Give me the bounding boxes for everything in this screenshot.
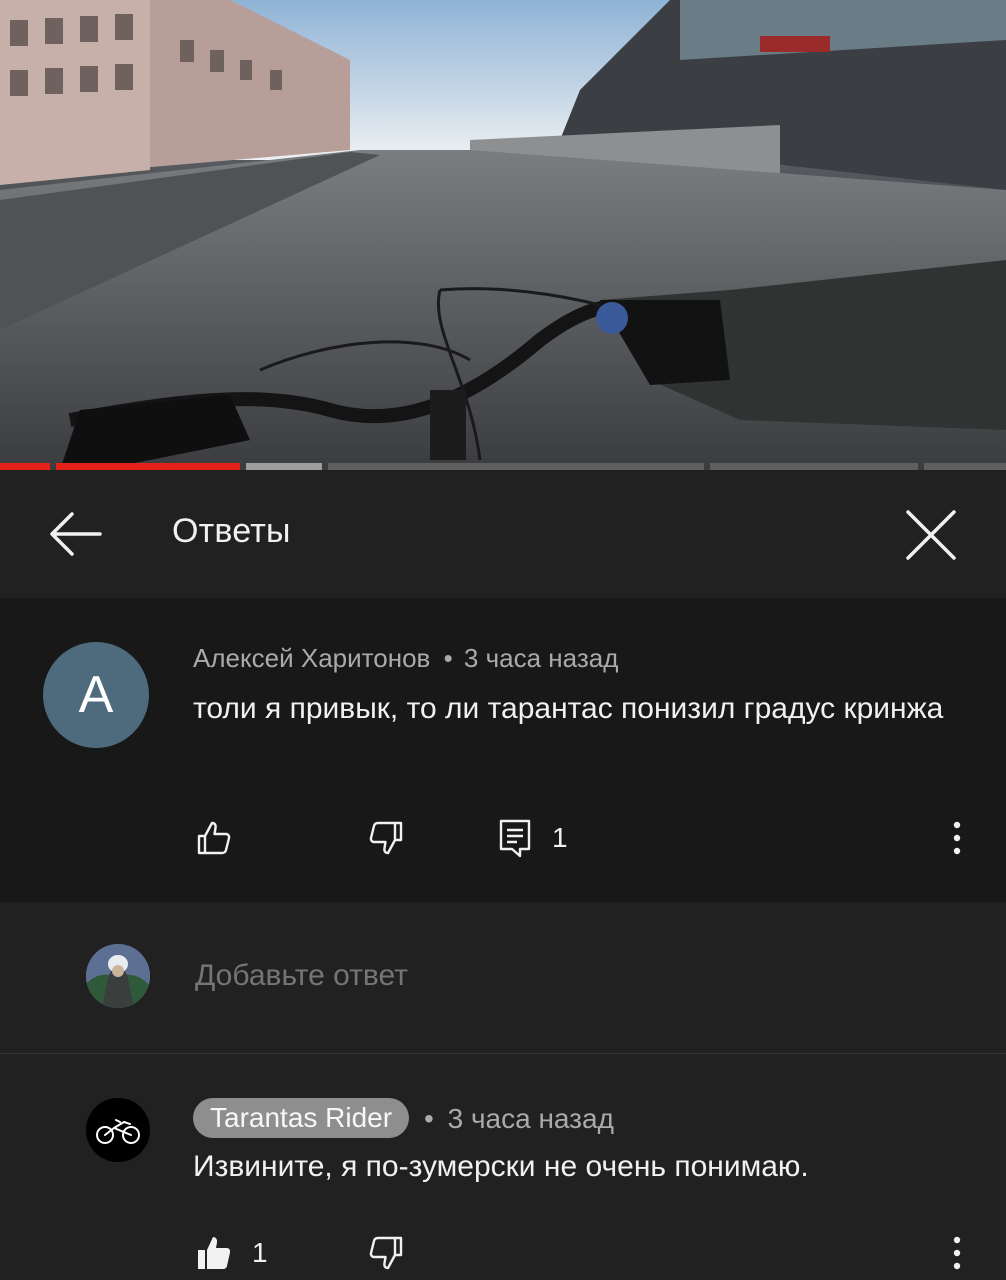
thumb-down-outline-icon	[369, 821, 403, 855]
current-user-avatar	[86, 944, 150, 1008]
like-count: 1	[252, 1237, 268, 1268]
parent-comment: А Алексей Харитонов • 3 часа назад толи …	[0, 599, 1006, 902]
thumb-up-outline-icon	[197, 821, 231, 855]
video-progress-bar[interactable]	[0, 463, 1006, 470]
video-frame	[0, 0, 1006, 470]
close-button[interactable]	[898, 502, 964, 568]
more-options-button[interactable]	[950, 813, 964, 863]
arrow-left-icon	[50, 512, 102, 556]
comment-actions: 1	[0, 813, 1006, 863]
comment-author[interactable]: Алексей Харитонов	[193, 643, 430, 673]
dislike-button[interactable]	[368, 1228, 404, 1278]
progress-segment	[246, 463, 322, 470]
comment-meta: • 3 часа назад	[424, 1103, 614, 1135]
close-icon	[906, 510, 956, 560]
thumb-up-filled-icon	[198, 1237, 231, 1269]
more-vert-icon	[953, 821, 961, 855]
avatar[interactable]	[86, 1098, 150, 1162]
comment-actions: 1	[0, 1228, 1006, 1278]
avatar[interactable]: А	[43, 642, 149, 748]
meta-separator: •	[443, 643, 453, 673]
comment-time: 3 часа назад	[447, 1103, 614, 1134]
comment-text: Извините, я по-зумерски не очень понимаю…	[193, 1150, 809, 1183]
author-chip[interactable]: Tarantas Rider	[193, 1098, 410, 1138]
more-vert-icon	[953, 1236, 961, 1270]
replies-header: Ответы	[0, 470, 1006, 599]
progress-segment	[56, 463, 240, 470]
page-title: Ответы	[172, 512, 291, 550]
bicycle-icon	[86, 1098, 150, 1162]
replies-button[interactable]: 1	[498, 813, 568, 863]
comment-icon	[499, 819, 531, 858]
comment-text: толи я привык, то ли тарантас понизил гр…	[193, 692, 944, 725]
reply-comment: Tarantas Rider • 3 часа назад Извините, …	[0, 1054, 1006, 1280]
add-reply-input[interactable]	[193, 958, 897, 994]
back-button[interactable]	[46, 506, 106, 562]
like-button[interactable]: 1	[196, 1228, 268, 1278]
like-button[interactable]	[196, 813, 232, 863]
reply-count: 1	[552, 822, 568, 853]
more-options-button[interactable]	[950, 1228, 964, 1278]
add-reply-row	[0, 902, 1006, 1055]
video-player[interactable]	[0, 0, 1006, 470]
comment-time: 3 часа назад	[463, 643, 619, 673]
progress-segment	[924, 463, 1006, 470]
meta-separator: •	[424, 1103, 434, 1134]
comment-meta: Алексей Харитонов • 3 часа назад	[193, 643, 618, 674]
thumb-down-outline-icon	[369, 1236, 403, 1270]
progress-segment	[328, 463, 704, 470]
progress-segment	[710, 463, 918, 470]
user-avatar-image	[86, 944, 150, 1008]
progress-segment	[0, 463, 50, 470]
dislike-button[interactable]	[368, 813, 404, 863]
